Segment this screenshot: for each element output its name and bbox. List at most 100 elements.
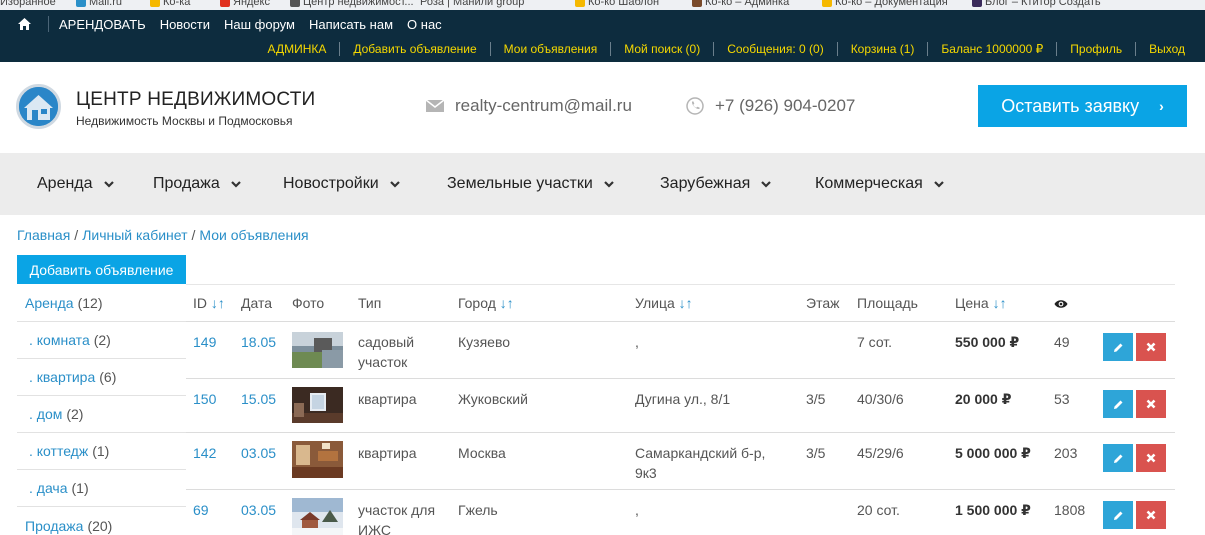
add-listing-button[interactable]: Добавить объявление [17, 255, 186, 284]
nav-sale-label: Продажа [153, 175, 220, 192]
add-listing-link[interactable]: Добавить объявление [339, 42, 489, 56]
cart-link[interactable]: Корзина (1) [836, 42, 928, 56]
sidebar-item: . дом (2) [17, 396, 186, 433]
sidebar-link[interactable]: . дача [29, 480, 68, 496]
bookmark-favicon-icon [290, 0, 300, 8]
messages-link[interactable]: Сообщения: 0 (0) [713, 42, 836, 56]
listing-floor: 3/5 [806, 391, 826, 407]
edit-button[interactable] [1103, 444, 1133, 472]
header-id[interactable]: ID ↓↑ [193, 295, 225, 311]
table-row: 150 15.05 квартира Жуковский Дугина ул.,… [186, 379, 1175, 433]
listing-id[interactable]: 69 [193, 500, 209, 520]
logout-link[interactable]: Выход [1135, 42, 1185, 56]
sidebar-link[interactable]: . коттедж [29, 443, 88, 459]
listing-area: 7 сот. [857, 334, 893, 350]
bookmark-favicon-icon [972, 0, 982, 8]
bookmark-item[interactable]: Роза | Манили group [420, 0, 524, 8]
listing-date[interactable]: 18.05 [241, 332, 276, 352]
balance-link[interactable]: Баланс 1000000 ₽ [927, 42, 1056, 56]
nav-land[interactable]: Земельные участки [447, 175, 614, 193]
listing-photo[interactable] [292, 498, 343, 535]
bookmark-item[interactable]: Центр недвижимост... [290, 0, 414, 8]
delete-button[interactable] [1136, 390, 1166, 418]
delete-button[interactable] [1136, 444, 1166, 472]
topnav-link[interactable]: Написать нам [309, 17, 393, 32]
bookmark-item[interactable]: Избранное [0, 0, 56, 8]
listing-id[interactable]: 142 [193, 443, 216, 463]
close-icon [1146, 342, 1156, 352]
admin-link[interactable]: АДМИНКА [268, 42, 340, 56]
logo-house-icon[interactable] [16, 84, 61, 129]
bookmark-item[interactable]: Ко-ко – Документация [822, 0, 948, 8]
sort-icon[interactable]: ↓↑ [993, 295, 1007, 311]
bookmark-item[interactable]: Ко-ка [150, 0, 190, 8]
table-row: 142 03.05 квартира Москва Самаркандский … [186, 433, 1175, 490]
bookmark-favicon-icon [692, 0, 702, 8]
edit-button[interactable] [1103, 390, 1133, 418]
listing-street: , [635, 334, 639, 350]
breadcrumb-my-listings[interactable]: Мои объявления [199, 227, 308, 243]
sidebar-count: (2) [93, 332, 111, 348]
header-price[interactable]: Цена ↓↑ [955, 295, 1007, 311]
listing-city: Гжель [458, 502, 498, 518]
nav-sale[interactable]: Продажа [153, 175, 241, 193]
header-city[interactable]: Город ↓↑ [458, 295, 514, 311]
bookmark-item[interactable]: Ко-ко – Админка [692, 0, 789, 8]
profile-link[interactable]: Профиль [1056, 42, 1135, 56]
sidebar-link[interactable]: Продажа [25, 518, 83, 534]
topnav-link[interactable]: О нас [407, 17, 442, 32]
header-street[interactable]: Улица ↓↑ [635, 295, 693, 311]
nav-commercial[interactable]: Коммерческая [815, 175, 944, 193]
top-navigation: АРЕНДОВАТЬ Новости Наш форум Написать на… [18, 16, 456, 32]
my-search-link[interactable]: Мой поиск (0) [610, 42, 713, 56]
listing-area: 20 сот. [857, 502, 900, 518]
breadcrumb-separator: / [74, 227, 79, 243]
nav-new-buildings[interactable]: Новостройки [283, 175, 400, 193]
sort-icon[interactable]: ↓↑ [500, 295, 514, 311]
topnav-link[interactable]: АРЕНДОВАТЬ [59, 17, 146, 32]
header-date: Дата [241, 295, 273, 311]
nav-rent[interactable]: Аренда [37, 175, 114, 193]
site-title[interactable]: ЦЕНТР НЕДВИЖИМОСТИ [76, 89, 315, 111]
pencil-icon [1113, 511, 1122, 520]
topnav-link[interactable]: Новости [160, 17, 210, 32]
delete-button[interactable] [1136, 501, 1166, 529]
delete-button[interactable] [1136, 333, 1166, 361]
sidebar-link[interactable]: Аренда [25, 295, 74, 311]
listing-date[interactable]: 03.05 [241, 500, 276, 520]
my-listings-link[interactable]: Мои объявления [489, 42, 611, 56]
bookmark-item[interactable]: Ко-ко Шаблон [575, 0, 659, 8]
breadcrumb-home[interactable]: Главная [17, 227, 70, 243]
contact-email[interactable]: realty-centrum@mail.ru [426, 96, 632, 116]
listing-date[interactable]: 15.05 [241, 389, 276, 409]
sidebar-link[interactable]: . комната [29, 332, 90, 348]
sort-icon[interactable]: ↓↑ [211, 295, 225, 311]
bookmark-item[interactable]: Mail.ru [76, 0, 122, 8]
sidebar-link[interactable]: . дом [29, 406, 62, 422]
listing-date[interactable]: 03.05 [241, 443, 276, 463]
bookmark-favicon-icon [220, 0, 230, 8]
edit-button[interactable] [1103, 333, 1133, 361]
bookmark-item[interactable]: Блог – Ктитор Создать [972, 0, 1101, 8]
listing-photo[interactable] [292, 332, 343, 368]
sort-icon[interactable]: ↓↑ [679, 295, 693, 311]
sidebar-item: Аренда (12) [17, 284, 186, 322]
edit-button[interactable] [1103, 501, 1133, 529]
nav-foreign[interactable]: Зарубежная [660, 175, 772, 193]
phone-icon [686, 97, 704, 115]
bookmark-item[interactable]: Яндекс [220, 0, 270, 8]
leave-request-label: Оставить заявку [1001, 95, 1140, 116]
breadcrumb-cabinet[interactable]: Личный кабинет [82, 227, 187, 243]
site-subtitle: Недвижимость Москвы и Подмосковья [76, 114, 293, 128]
listing-id[interactable]: 149 [193, 332, 216, 352]
bookmark-favicon-icon [575, 0, 585, 8]
contact-phone[interactable]: +7 (926) 904-0207 [686, 96, 855, 116]
home-icon[interactable] [18, 17, 32, 31]
listing-photo[interactable] [292, 387, 343, 423]
listing-id[interactable]: 150 [193, 389, 216, 409]
sidebar-link[interactable]: . квартира [29, 369, 95, 385]
topnav-link[interactable]: Наш форум [224, 17, 295, 32]
leave-request-button[interactable]: Оставить заявку › [978, 85, 1187, 127]
listing-photo[interactable] [292, 441, 343, 478]
sidebar-count: (12) [77, 294, 103, 311]
